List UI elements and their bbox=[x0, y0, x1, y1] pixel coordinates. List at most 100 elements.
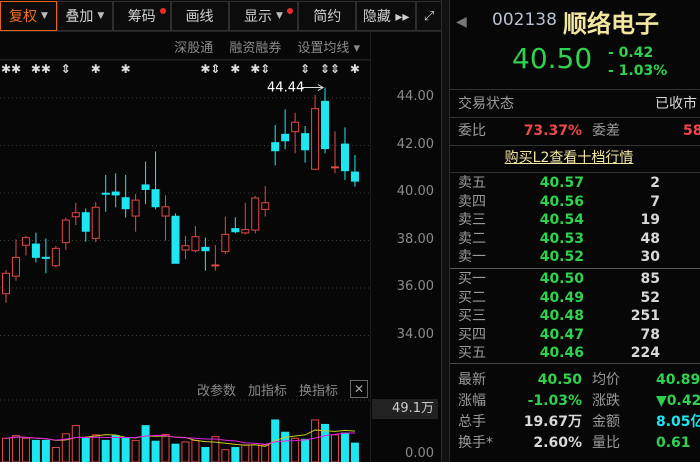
asks-row[interactable]: 卖四 40.56 7 bbox=[450, 193, 700, 211]
candle bbox=[221, 216, 230, 255]
volume-bar bbox=[291, 437, 300, 462]
bids-row[interactable]: 买三 40.48 251 bbox=[450, 307, 700, 325]
candle bbox=[71, 202, 80, 226]
volume-bar bbox=[331, 434, 340, 462]
candle-body bbox=[350, 171, 359, 182]
stat-label: 均价 bbox=[592, 372, 620, 388]
buy-l2-link[interactable]: 购买L2查看十档行情 bbox=[505, 150, 634, 166]
panel-splitter[interactable] bbox=[441, 0, 450, 462]
volume-bar bbox=[61, 433, 70, 462]
asks-row[interactable]: 卖五 40.57 2 bbox=[450, 174, 700, 192]
l2-row: 购买L2查看十档行情 bbox=[450, 149, 700, 167]
candle-body bbox=[251, 197, 260, 231]
candle bbox=[191, 226, 200, 253]
volume-bar bbox=[311, 419, 320, 462]
stat-value: ▼0.42 bbox=[656, 393, 700, 409]
close-indicator-button[interactable]: ✕ bbox=[350, 380, 368, 398]
asks-row[interactable]: 卖二 40.53 48 bbox=[450, 230, 700, 248]
y-tick-label: 40.00 bbox=[396, 184, 434, 199]
level-price: 40.53 bbox=[539, 230, 584, 247]
level-volume: 48 bbox=[640, 230, 660, 247]
candle bbox=[281, 109, 290, 150]
candle-body bbox=[201, 246, 210, 252]
stat-row: 最新 40.50 均价 40.89 bbox=[450, 371, 700, 389]
level-volume: 224 bbox=[630, 345, 660, 362]
volume-bar bbox=[151, 440, 160, 462]
candle-body bbox=[321, 100, 330, 150]
asks-row[interactable]: 卖三 40.54 19 bbox=[450, 211, 700, 229]
divider bbox=[450, 363, 700, 364]
close-icon: ✕ bbox=[353, 382, 365, 396]
level-volume: 251 bbox=[630, 308, 660, 325]
volume-link-1[interactable]: 加指标 bbox=[248, 380, 287, 399]
volume-bar bbox=[21, 437, 30, 462]
bids-row[interactable]: 买二 40.49 52 bbox=[450, 289, 700, 307]
volume-bar bbox=[81, 437, 90, 462]
candle bbox=[231, 217, 240, 234]
candle bbox=[350, 155, 359, 187]
candle-body bbox=[271, 142, 280, 152]
stat-label: 涨跌 bbox=[592, 393, 620, 409]
stat-label: 金额 bbox=[592, 414, 620, 430]
level-price: 40.50 bbox=[539, 271, 584, 287]
candle-body bbox=[71, 212, 80, 218]
stock-name: 顺络电子 bbox=[563, 10, 659, 38]
candle-body bbox=[331, 166, 340, 169]
level-label: 卖一 bbox=[458, 249, 486, 266]
candle-body bbox=[11, 256, 20, 277]
level-label: 买五 bbox=[458, 345, 486, 362]
stat-label: 换手* bbox=[458, 435, 493, 451]
level-volume: 52 bbox=[640, 289, 660, 306]
stat-value: 40.50 bbox=[537, 372, 582, 388]
level-price: 40.56 bbox=[539, 193, 584, 210]
volume-bar bbox=[211, 436, 220, 462]
volume-bar bbox=[11, 435, 20, 462]
candle bbox=[101, 174, 110, 212]
candle bbox=[31, 232, 40, 263]
level-price: 40.54 bbox=[539, 212, 584, 229]
weicha-value: 584 bbox=[683, 123, 700, 139]
volume-max-label: 49.1万 bbox=[372, 399, 438, 419]
fullscreen-button[interactable]: ⤢ bbox=[416, 1, 443, 31]
candle-body bbox=[131, 199, 140, 217]
level-label: 卖二 bbox=[458, 230, 486, 247]
candle-body bbox=[261, 202, 270, 210]
y-tick-label: 44.00 bbox=[396, 89, 434, 104]
status-value: 已收市 bbox=[655, 96, 697, 112]
level-price: 40.52 bbox=[539, 249, 584, 266]
divider bbox=[450, 268, 700, 269]
volume-link-0[interactable]: 改参数 bbox=[197, 380, 236, 399]
volume-bar bbox=[111, 435, 120, 462]
candle bbox=[131, 193, 140, 232]
bids-row[interactable]: 买五 40.46 224 bbox=[450, 344, 700, 362]
candle bbox=[241, 202, 250, 235]
stat-value: 2.60% bbox=[533, 435, 582, 451]
volume-bar bbox=[350, 442, 359, 462]
stat-label: 总手 bbox=[458, 414, 486, 430]
weicha-label: 委差 bbox=[592, 123, 620, 139]
status-row: 交易状态 已收市 bbox=[450, 95, 700, 113]
status-label: 交易状态 bbox=[458, 96, 514, 112]
asks-row[interactable]: 卖一 40.52 30 bbox=[450, 248, 700, 266]
prev-stock-arrow-icon[interactable]: ◀ bbox=[456, 14, 467, 30]
bids-row[interactable]: 买一 40.50 85 bbox=[450, 270, 700, 288]
candle-body bbox=[81, 212, 90, 232]
candle bbox=[51, 245, 60, 268]
candle bbox=[2, 269, 10, 303]
level-volume: 19 bbox=[640, 212, 660, 229]
candle bbox=[321, 87, 330, 154]
stat-value: 0.61 bbox=[656, 435, 691, 451]
volume-link-2[interactable]: 换指标 bbox=[299, 380, 338, 399]
price-change: - 0.42 bbox=[608, 45, 654, 61]
candle-body bbox=[301, 133, 310, 151]
level-volume: 78 bbox=[640, 326, 660, 343]
volume-bar bbox=[91, 434, 100, 462]
bids-row[interactable]: 买四 40.47 78 bbox=[450, 326, 700, 344]
candle bbox=[261, 186, 270, 217]
volume-bar bbox=[31, 439, 40, 462]
axis-divider bbox=[370, 32, 371, 462]
volume-bar bbox=[301, 438, 310, 462]
candle-body bbox=[2, 272, 10, 295]
stat-row: 涨幅 -1.03% 涨跌 ▼0.42 bbox=[450, 392, 700, 410]
divider bbox=[450, 172, 700, 173]
